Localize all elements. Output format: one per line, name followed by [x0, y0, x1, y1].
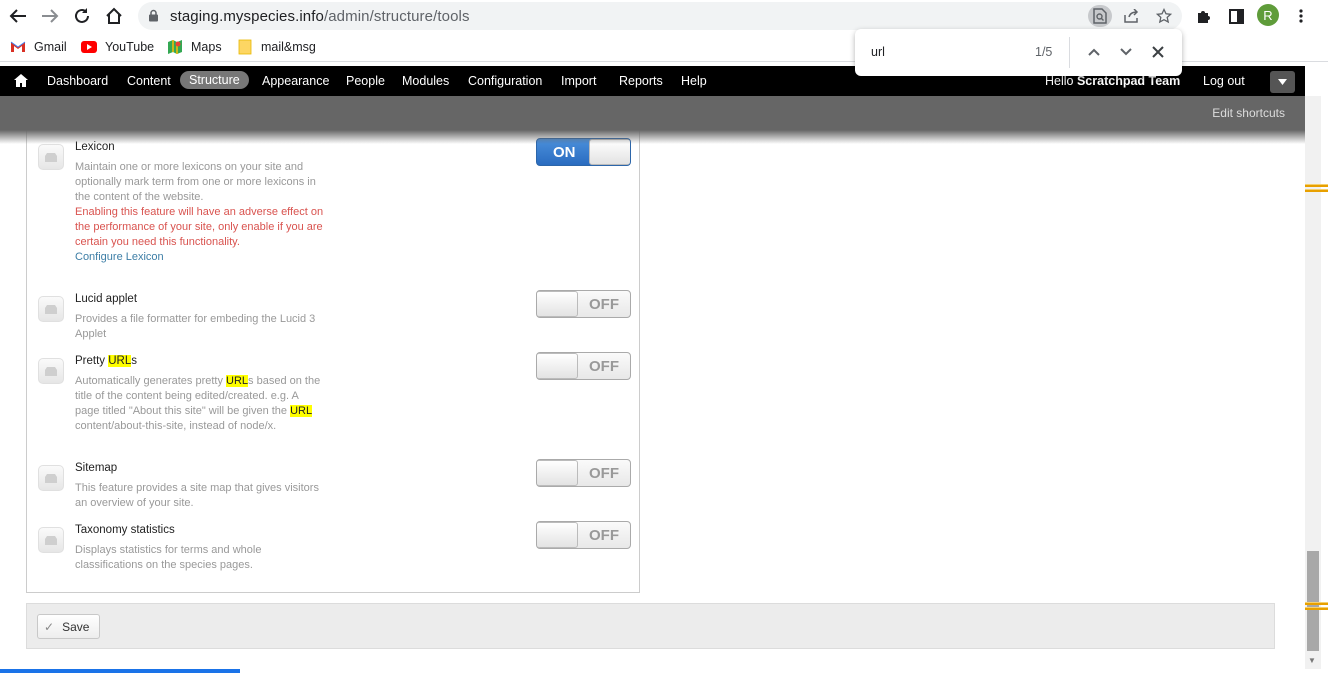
bookmark-maps[interactable]: Maps: [167, 38, 222, 56]
find-close-button[interactable]: [1147, 41, 1169, 63]
gmail-icon: [10, 40, 26, 54]
page-progress-bar: [0, 669, 240, 673]
shortcuts-toggle-button[interactable]: [1270, 71, 1295, 93]
edit-shortcuts-link[interactable]: Edit shortcuts: [1212, 106, 1285, 120]
find-match-marker: [1305, 602, 1328, 605]
bookmark-youtube[interactable]: YouTube: [81, 38, 154, 56]
tools-list: Lexicon Maintain one or more lexicons on…: [26, 96, 640, 593]
lock-icon: [149, 9, 158, 22]
folder-icon: [237, 39, 253, 55]
save-button[interactable]: ✓ Save: [37, 614, 100, 639]
tool-package-icon: [38, 144, 64, 170]
reload-icon: [75, 8, 89, 23]
address-url: staging.myspecies.info/admin/structure/t…: [170, 8, 470, 25]
chevron-down-icon: [1120, 48, 1132, 56]
browser-menu-button[interactable]: [1289, 4, 1313, 28]
admin-menu-people[interactable]: People: [346, 74, 385, 88]
find-match-marker: [1305, 189, 1328, 192]
extensions-button[interactable]: [1192, 4, 1216, 28]
find-highlight: URL: [108, 355, 132, 367]
chevron-up-icon: [1088, 48, 1100, 56]
shortcuts-bar: Edit shortcuts: [0, 96, 1305, 130]
tool-package-icon: [38, 527, 64, 553]
maps-icon: [167, 40, 183, 54]
find-in-page-button[interactable]: [1088, 5, 1112, 27]
admin-menu-reports[interactable]: Reports: [619, 74, 663, 88]
puzzle-icon: [1198, 11, 1210, 23]
admin-menu-appearance[interactable]: Appearance: [262, 74, 329, 88]
profile-avatar[interactable]: R: [1257, 4, 1279, 26]
toggle-sitemap[interactable]: OFF: [536, 459, 631, 487]
back-button[interactable]: [5, 4, 31, 28]
tool-description: Displays statistics for terms and whole …: [75, 544, 262, 571]
admin-menu-import[interactable]: Import: [561, 74, 596, 88]
tool-description: This feature provides a site map that gi…: [75, 482, 319, 509]
tool-title: Taxonomy statistics: [75, 524, 175, 536]
close-icon: [1152, 46, 1164, 58]
find-highlight: URL: [226, 375, 249, 387]
address-bar[interactable]: staging.myspecies.info/admin/structure/t…: [138, 2, 1182, 30]
toggle-taxonomy-statistics[interactable]: OFF: [536, 521, 631, 549]
tool-description: Automatically generates pretty URLs base…: [75, 375, 321, 432]
scrollbar-thumb[interactable]: [1307, 551, 1319, 651]
form-actions: ✓ Save: [26, 603, 1275, 649]
find-highlight: URL: [290, 405, 312, 417]
find-previous-button[interactable]: [1083, 41, 1105, 63]
home-button[interactable]: [101, 4, 127, 28]
kebab-menu-icon: [1299, 9, 1303, 23]
admin-menu-modules[interactable]: Modules: [402, 74, 449, 88]
page-search-icon: [1093, 8, 1107, 24]
admin-menu-content[interactable]: Content: [127, 74, 171, 88]
tool-description: Maintain one or more lexicons on your si…: [75, 161, 325, 265]
admin-home-icon[interactable]: [14, 74, 28, 87]
bookmark-star-button[interactable]: [1152, 5, 1176, 27]
admin-menu-dashboard[interactable]: Dashboard: [47, 74, 108, 88]
arrow-left-icon: [9, 9, 26, 23]
user-greeting: Hello Scratchpad Team: [1045, 74, 1181, 88]
page-scrollbar[interactable]: ▼: [1305, 96, 1321, 669]
find-input[interactable]: url: [871, 45, 885, 59]
tool-title: Sitemap: [75, 462, 118, 474]
toggle-lucid-applet[interactable]: OFF: [536, 290, 631, 318]
tool-package-icon: [38, 358, 64, 384]
tool-title: Lucid applet: [75, 293, 138, 305]
checkmark-icon: ✓: [44, 619, 55, 634]
bookmark-gmail[interactable]: Gmail: [10, 38, 67, 56]
find-match-count: 1/5: [1035, 45, 1053, 59]
side-panel-icon: [1228, 8, 1244, 24]
tool-title: Pretty URLs: [75, 355, 137, 367]
find-match-marker: [1305, 184, 1328, 187]
caret-down-icon: [1278, 79, 1287, 85]
tool-description: Provides a file formatter for embeding t…: [75, 313, 316, 340]
shortcuts-shadow: [0, 130, 1305, 144]
arrow-right-icon: [42, 9, 59, 23]
window-edge: [1321, 96, 1328, 673]
bookmark-mail-msg[interactable]: mail&msg: [237, 38, 316, 56]
find-next-button[interactable]: [1115, 41, 1137, 63]
reload-button[interactable]: [69, 4, 95, 28]
share-button[interactable]: [1120, 5, 1144, 27]
star-icon: [1156, 8, 1172, 24]
admin-menu-structure[interactable]: Structure: [180, 71, 249, 89]
home-icon: [106, 7, 122, 24]
side-panel-button[interactable]: [1224, 4, 1248, 28]
find-match-marker: [1305, 607, 1328, 610]
forward-button[interactable]: [37, 4, 63, 28]
configure-lexicon-link[interactable]: Configure Lexicon: [75, 250, 325, 265]
find-divider: [1069, 37, 1070, 68]
find-bar: url 1/5: [855, 29, 1182, 76]
youtube-icon: [81, 40, 97, 54]
share-icon: [1124, 9, 1139, 23]
scroll-down-icon[interactable]: ▼: [1308, 656, 1316, 665]
admin-menu-configuration[interactable]: Configuration: [468, 74, 542, 88]
logout-link[interactable]: Log out: [1203, 74, 1245, 88]
tool-package-icon: [38, 465, 64, 491]
tool-package-icon: [38, 296, 64, 322]
admin-menu-help[interactable]: Help: [681, 74, 707, 88]
tool-warning: Enabling this feature will have an adver…: [75, 206, 324, 248]
page-content: Lexicon Maintain one or more lexicons on…: [0, 96, 1305, 673]
toggle-pretty-urls[interactable]: OFF: [536, 352, 631, 380]
